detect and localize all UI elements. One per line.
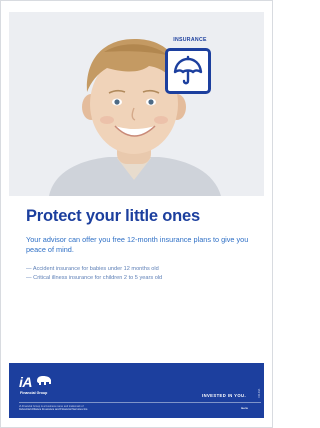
umbrella-icon [173,55,203,85]
logo-subtitle: Financial Group [20,391,48,395]
bullet-critical-illness: — Critical illness insurance for childre… [26,275,163,281]
poster: INSURANCE Protect your little ones Your … [0,0,273,428]
bullet-accident: — Accident insurance for babies under 12… [26,266,159,272]
hero-image-panel [9,12,264,196]
website-link[interactable]: ia.ca [241,406,248,410]
tagline: INVESTED IN YOU. [202,393,247,398]
child-photo [49,38,221,196]
insurance-badge [165,48,211,94]
headline: Protect your little ones [26,207,200,225]
ia-logo: iA [19,375,52,389]
insurance-badge-label: INSURANCE [173,37,207,43]
document-code: F00-00A [258,388,261,398]
bison-icon [36,376,51,385]
subtitle: Your advisor can offer you free 12-month… [26,235,249,254]
legal-line-2: Industrial Alliance Insurance and Financ… [19,408,89,411]
ia-logo-text: iA [19,374,32,390]
footer-divider [19,402,261,403]
